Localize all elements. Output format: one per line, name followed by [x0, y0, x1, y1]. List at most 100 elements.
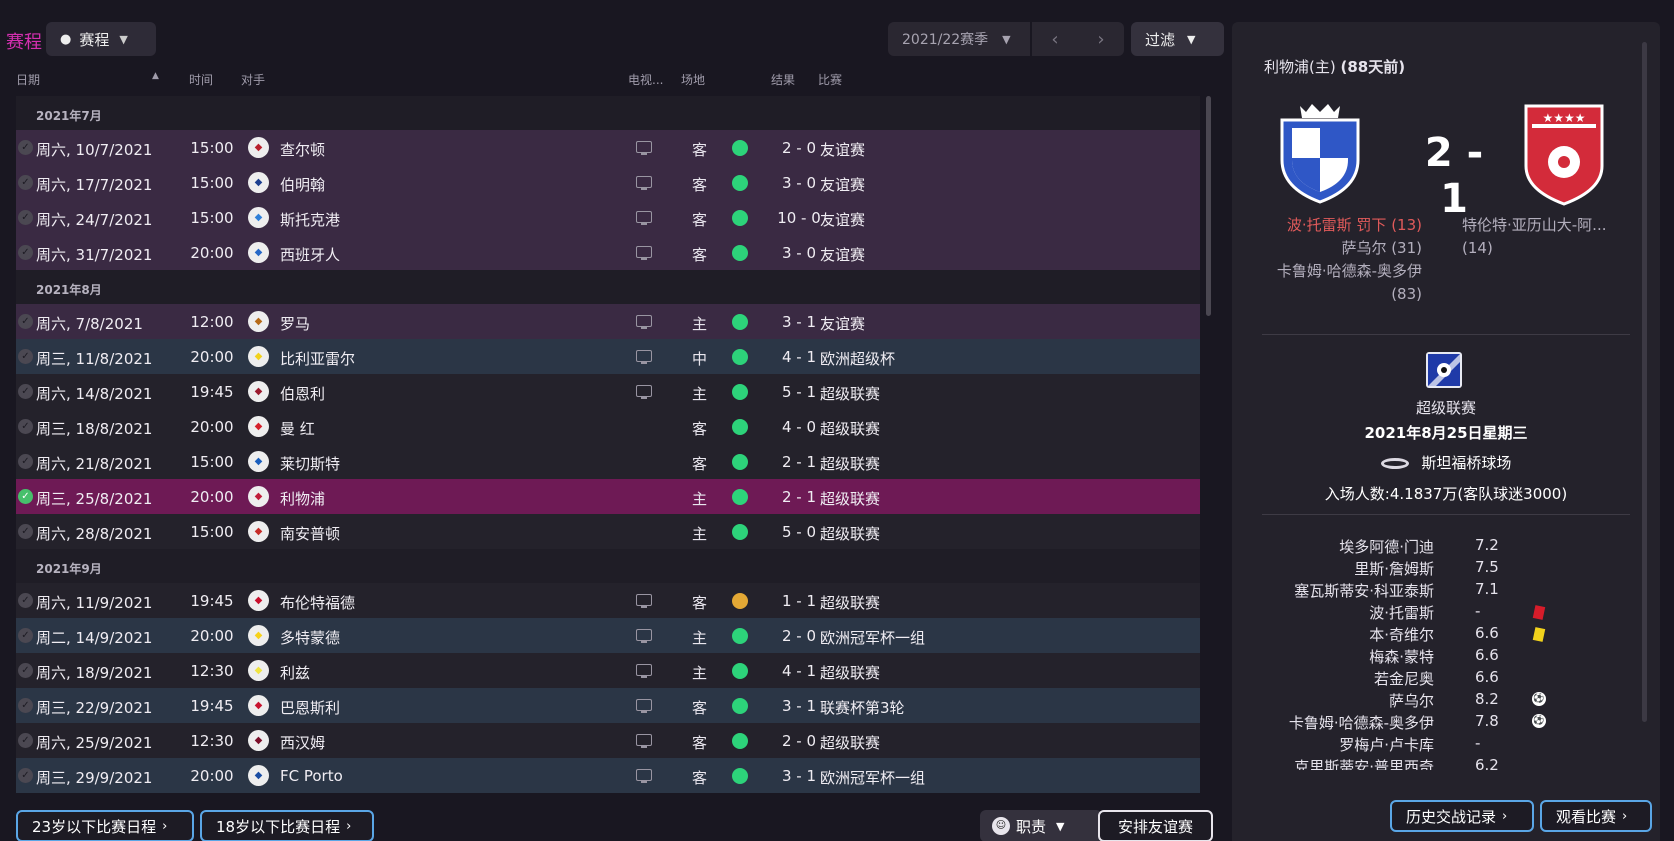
fixture-opponent[interactable]: 利物浦 — [280, 488, 325, 509]
fixture-opponent[interactable]: 伯明翰 — [280, 174, 325, 195]
table-row[interactable]: ✓ 周六, 10/7/2021 15:00 ◆ 查尔顿客 2 - 0 友谊赛 — [16, 130, 1200, 165]
fixture-competition[interactable]: 超级联赛 — [820, 592, 880, 613]
table-row[interactable]: ✓ 周六, 7/8/2021 12:00 ◆ 罗马主 3 - 1 友谊赛 — [16, 304, 1200, 339]
fixture-opponent[interactable]: 西汉姆 — [280, 732, 325, 753]
home-scorer-line: 波·托雷斯 罚下 (13) — [1286, 216, 1422, 234]
fixture-opponent[interactable]: 曼 红 — [280, 418, 315, 439]
fixture-competition[interactable]: 超级联赛 — [820, 383, 880, 404]
player-name[interactable]: 卡鲁姆·哈德森-奥多伊 — [1289, 712, 1434, 733]
fixtures-list[interactable]: 2021年7月 ✓ 周六, 10/7/2021 15:00 ◆ 查尔顿客 2 - 0 友谊赛 ✓… — [16, 96, 1200, 796]
fixture-opponent[interactable]: 多特蒙德 — [280, 627, 340, 648]
fixture-competition[interactable]: 欧洲超级杯 — [820, 348, 895, 369]
match-panel-team: 利物浦(主) — [1264, 58, 1336, 76]
fixture-competition[interactable]: 超级联赛 — [820, 732, 880, 753]
fixture-competition[interactable]: 联赛杯第3轮 — [820, 697, 905, 718]
fixture-competition[interactable]: 超级联赛 — [820, 662, 880, 683]
season-dropdown[interactable]: 2021/22赛季 ▼ — [888, 22, 1030, 56]
fixture-competition[interactable]: 友谊赛 — [820, 139, 865, 160]
col-header-time[interactable]: 时间 — [189, 71, 213, 88]
player-name[interactable]: 埃多阿德·门迪 — [1339, 536, 1434, 557]
player-rating-row[interactable]: 克里斯蒂安·普里西奇 6.2 — [1232, 756, 1660, 770]
table-row[interactable]: ✓ 周三, 11/8/2021 20:00 ◆ 比利亚雷尔中 4 - 1 欧洲超级杯 — [16, 339, 1200, 374]
view-match-button[interactable]: 观看比赛 › — [1540, 800, 1652, 832]
arrange-friendly-button[interactable]: 安排友谊赛 — [1098, 810, 1213, 841]
player-name[interactable]: 塞瓦斯蒂安·科亚泰斯 — [1294, 580, 1434, 601]
head-to-head-button[interactable]: 历史交战记录 › — [1390, 800, 1534, 832]
table-row[interactable]: ✓ 周六, 31/7/2021 20:00 ◆ 西班牙人客 3 - 0 友谊赛 — [16, 235, 1200, 270]
fixture-competition[interactable]: 超级联赛 — [820, 418, 880, 439]
col-header-opponent[interactable]: 对手 — [241, 71, 265, 88]
fixtures-scrollbar[interactable] — [1206, 96, 1211, 316]
u23-fixtures-button[interactable]: 23岁以下比赛日程 › — [16, 810, 194, 841]
col-header-date[interactable]: 日期 — [16, 71, 40, 88]
fixture-opponent[interactable]: FC Porto — [280, 767, 343, 785]
col-header-tv[interactable]: 电视... — [628, 71, 663, 88]
table-row[interactable]: ✓ 周六, 11/9/2021 19:45 ◆ 布伦特福德客 1 - 1 超级联赛 — [16, 583, 1200, 618]
player-rating-row[interactable]: 若金尼奥 6.6 — [1232, 668, 1660, 690]
panel-scrollbar[interactable] — [1642, 42, 1647, 722]
table-row[interactable]: ✓ 周六, 28/8/2021 15:00 ◆ 南安普顿主 5 - 0 超级联赛 — [16, 514, 1200, 549]
match-date: 2021年8月25日星期三 — [1364, 424, 1528, 442]
player-name[interactable]: 萨乌尔 — [1389, 690, 1434, 711]
player-name[interactable]: 罗梅卢·卢卡库 — [1339, 734, 1434, 755]
table-row[interactable]: ✓ 周三, 25/8/2021 20:00 ◆ 利物浦主 2 - 1 超级联赛 — [16, 479, 1200, 514]
fixture-competition[interactable]: 友谊赛 — [820, 174, 865, 195]
fixture-opponent[interactable]: 巴恩斯利 — [280, 697, 340, 718]
player-name[interactable]: 克里斯蒂安·普里西奇 — [1294, 756, 1434, 770]
fixture-opponent[interactable]: 罗马 — [280, 313, 310, 334]
player-name[interactable]: 里斯·詹姆斯 — [1354, 558, 1434, 579]
table-row[interactable]: ✓ 周三, 18/8/2021 20:00 ◆ 曼 红客4 - 0 超级联赛 — [16, 409, 1200, 444]
duties-button[interactable]: ☺ 职责 ▼ — [980, 810, 1102, 841]
u18-fixtures-button[interactable]: 18岁以下比赛日程 › — [200, 810, 374, 841]
table-row[interactable]: ✓ 周六, 18/9/2021 12:30 ◆ 利兹主 4 - 1 超级联赛 — [16, 653, 1200, 688]
player-name[interactable]: 波·托雷斯 — [1369, 602, 1434, 623]
col-header-venue[interactable]: 场地 — [681, 71, 705, 88]
fixture-competition[interactable]: 超级联赛 — [820, 523, 880, 544]
fixture-opponent[interactable]: 西班牙人 — [280, 244, 340, 265]
home-scorer-line: (83) — [1391, 285, 1422, 303]
fixture-opponent[interactable]: 斯托克港 — [280, 209, 340, 230]
fixture-competition[interactable]: 超级联赛 — [820, 488, 880, 509]
table-row[interactable]: ✓ 周六, 17/7/2021 15:00 ◆ 伯明翰客 3 - 0 友谊赛 — [16, 165, 1200, 200]
fixture-opponent[interactable]: 南安普顿 — [280, 523, 340, 544]
table-row[interactable]: ✓ 周六, 25/9/2021 12:30 ◆ 西汉姆客 2 - 0 超级联赛 — [16, 723, 1200, 758]
player-name[interactable]: 梅森·蒙特 — [1369, 646, 1434, 667]
player-rating-row[interactable]: 萨乌尔 8.2 ⚽ — [1232, 690, 1660, 712]
prev-season-button[interactable]: ‹ — [1032, 22, 1078, 56]
player-rating-row[interactable]: 卡鲁姆·哈德森-奥多伊 7.8 ⚽ — [1232, 712, 1660, 734]
player-name[interactable]: 若金尼奥 — [1374, 668, 1434, 689]
fixture-opponent[interactable]: 布伦特福德 — [280, 592, 355, 613]
player-name[interactable]: 本·奇维尔 — [1369, 624, 1434, 645]
fixture-competition[interactable]: 友谊赛 — [820, 313, 865, 334]
fixture-opponent[interactable]: 莱切斯特 — [280, 453, 340, 474]
fixture-competition[interactable]: 友谊赛 — [820, 209, 865, 230]
check-icon: ✓ — [18, 314, 33, 329]
player-rating-row[interactable]: 本·奇维尔 6.6 — [1232, 624, 1660, 646]
player-rating-row[interactable]: 罗梅卢·卢卡库 - — [1232, 734, 1660, 756]
filter-button[interactable]: 过滤 ▼ — [1131, 22, 1224, 56]
next-season-button[interactable]: › — [1078, 22, 1124, 56]
result-indicator-icon — [732, 663, 748, 679]
table-row[interactable]: ✓ 周二, 14/9/2021 20:00 ◆ 多特蒙德主 2 - 0 欧洲冠军杯一组 — [16, 618, 1200, 653]
fixture-competition[interactable]: 友谊赛 — [820, 244, 865, 265]
fixture-opponent[interactable]: 利兹 — [280, 662, 310, 683]
col-header-result[interactable]: 结果 — [771, 71, 795, 88]
fixture-competition[interactable]: 欧洲冠军杯一组 — [820, 767, 925, 788]
player-rating-row[interactable]: 里斯·詹姆斯 7.5 — [1232, 558, 1660, 580]
fixture-opponent[interactable]: 伯恩利 — [280, 383, 325, 404]
fixture-competition[interactable]: 欧洲冠军杯一组 — [820, 627, 925, 648]
fixture-competition[interactable]: 超级联赛 — [820, 453, 880, 474]
player-rating-row[interactable]: 塞瓦斯蒂安·科亚泰斯 7.1 — [1232, 580, 1660, 602]
player-rating-row[interactable]: 波·托雷斯 - — [1232, 602, 1660, 624]
table-row[interactable]: ✓ 周六, 21/8/2021 15:00 ◆ 莱切斯特客 2 - 1 超级联赛 — [16, 444, 1200, 479]
table-row[interactable]: ✓ 周三, 22/9/2021 19:45 ◆ 巴恩斯利客 3 - 1 联赛杯第3轮 — [16, 688, 1200, 723]
player-rating-row[interactable]: 梅森·蒙特 6.6 — [1232, 646, 1660, 668]
table-row[interactable]: ✓ 周三, 29/9/2021 20:00 ◆ FC Porto 客 3 - 1 欧洲冠军杯一… — [16, 758, 1200, 793]
view-dropdown[interactable]: ● 赛程 ▼ — [46, 22, 156, 56]
player-rating-row[interactable]: 埃多阿德·门迪 7.2 — [1232, 536, 1660, 558]
fixture-opponent[interactable]: 比利亚雷尔 — [280, 348, 355, 369]
fixture-opponent[interactable]: 查尔顿 — [280, 139, 325, 160]
col-header-competition[interactable]: 比赛 — [818, 71, 842, 88]
table-row[interactable]: ✓ 周六, 24/7/2021 15:00 ◆ 斯托克港客 10 - 0 友谊赛 — [16, 200, 1200, 235]
table-row[interactable]: ✓ 周六, 14/8/2021 19:45 ◆ 伯恩利主 5 - 1 超级联赛 — [16, 374, 1200, 409]
